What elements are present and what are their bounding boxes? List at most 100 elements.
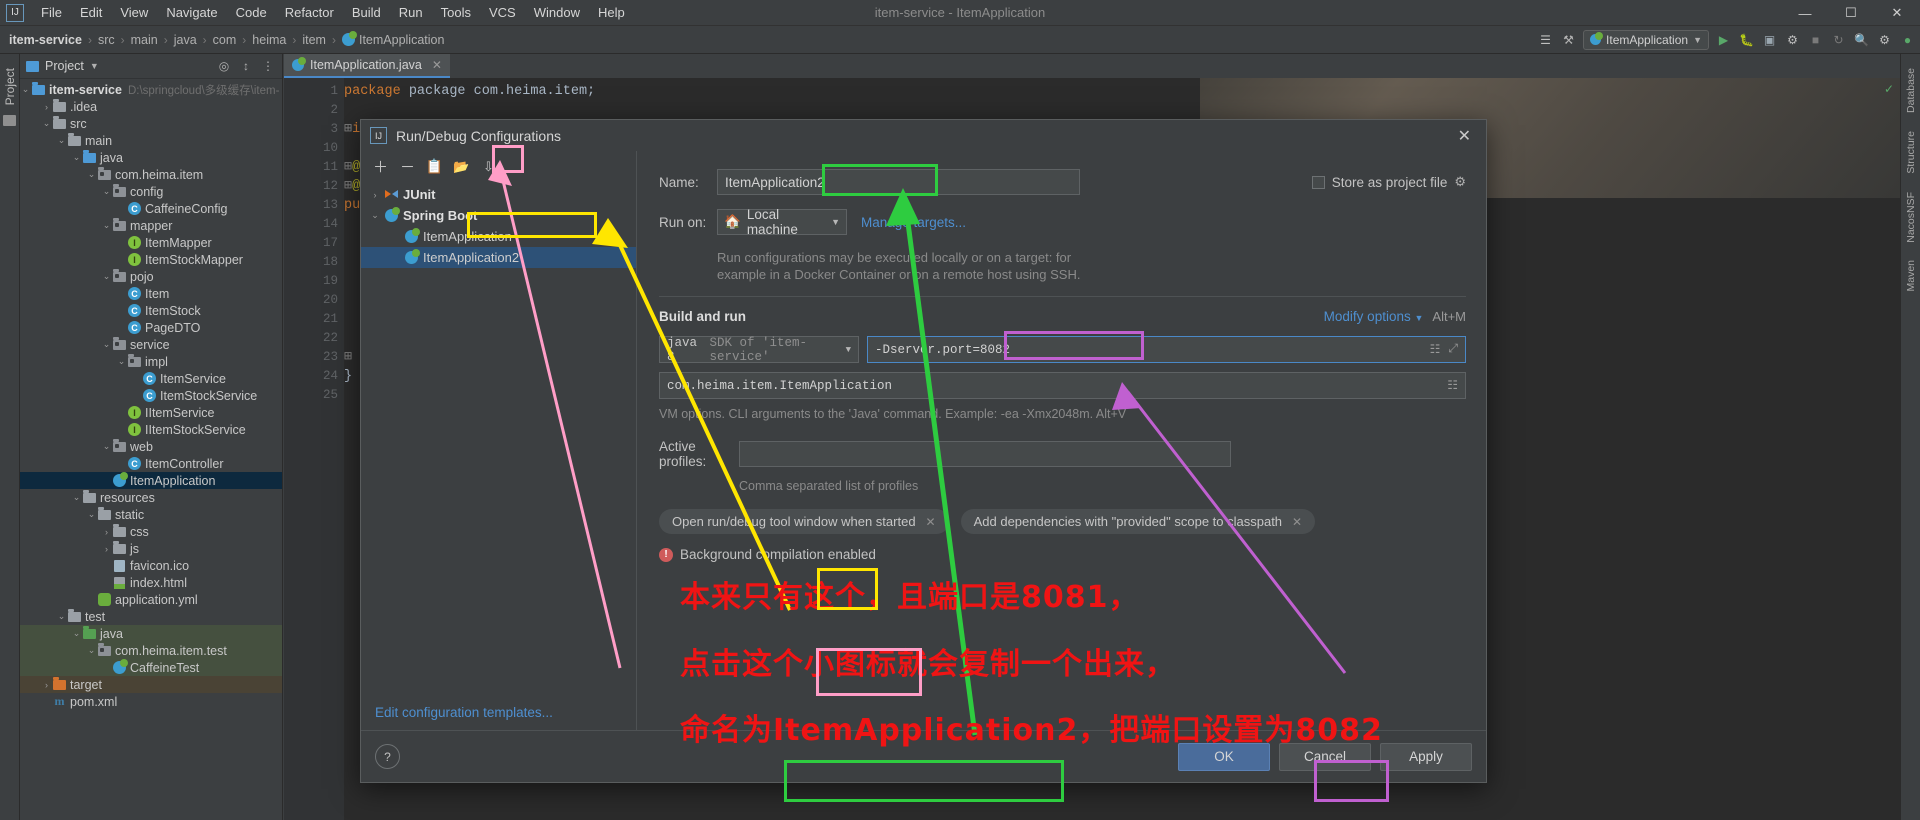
ok-button[interactable]: OK [1178, 742, 1270, 771]
tree-expander-icon[interactable]: ⌄ [71, 628, 82, 639]
manage-targets-link[interactable]: Manage targets... [861, 215, 966, 230]
project-tree-row[interactable]: ⌄ java [20, 625, 282, 642]
help-button[interactable]: ? [375, 744, 400, 769]
update-icon[interactable]: ↻ [1830, 31, 1847, 48]
tree-expander-icon[interactable]: ⌄ [71, 492, 82, 503]
breadcrumb-item-java[interactable]: java [171, 33, 200, 47]
tree-expander-icon[interactable]: › [41, 102, 52, 112]
maximize-button[interactable]: ☐ [1828, 0, 1874, 26]
breadcrumb-item-module[interactable]: item-service [6, 33, 85, 47]
tree-expander-icon[interactable]: › [101, 527, 112, 537]
gear-icon[interactable]: ⚙ [1454, 174, 1466, 190]
run-icon[interactable]: ▶ [1715, 31, 1732, 48]
tool-tab-maven[interactable]: Maven [1902, 256, 1920, 296]
tool-tab-project[interactable]: Project [0, 64, 20, 109]
vm-options-expand-icon[interactable]: ⤢ [1448, 342, 1458, 357]
main-class-browse-icon[interactable]: ☷ [1447, 378, 1458, 393]
tree-expander-icon[interactable]: ⌄ [20, 84, 31, 95]
breadcrumb-item-heima[interactable]: heima [249, 33, 289, 47]
configurations-tree[interactable]: › JUnit ⌄ Spring Boot ItemApplication ItemApp… [361, 182, 636, 730]
menu-vcs[interactable]: VCS [480, 2, 525, 23]
menu-code[interactable]: Code [227, 2, 276, 23]
store-as-project-file-checkbox[interactable] [1311, 175, 1325, 189]
collapse-all-icon[interactable]: ↕ [238, 59, 254, 73]
menu-build[interactable]: Build [343, 2, 390, 23]
configuration-tree-row[interactable]: › JUnit [361, 184, 636, 205]
tool-tab-database[interactable]: Database [1902, 64, 1920, 117]
breadcrumb-item-com[interactable]: com [210, 33, 240, 47]
tree-expander-icon[interactable]: › [101, 544, 112, 554]
configuration-tree-row[interactable]: ItemApplication [361, 226, 636, 247]
tree-expander-icon[interactable]: ⌄ [101, 186, 112, 197]
project-tree-row[interactable]: application.yml [20, 591, 282, 608]
project-tree-row[interactable]: ⌄ java [20, 149, 282, 166]
menu-help[interactable]: Help [589, 2, 634, 23]
project-tree-row[interactable]: C ItemService [20, 370, 282, 387]
tree-expander-icon[interactable]: ⌄ [86, 169, 97, 180]
cancel-button[interactable]: Cancel [1279, 742, 1371, 771]
project-tree-row[interactable]: › js [20, 540, 282, 557]
project-tree-row[interactable]: C ItemStockService [20, 387, 282, 404]
sort-configurations-icon[interactable]: ⇩ [477, 155, 500, 178]
project-tree-row[interactable]: C ItemStock [20, 302, 282, 319]
menu-file[interactable]: File [32, 2, 71, 23]
project-tree-row[interactable]: I ItemMapper [20, 234, 282, 251]
project-tree-row[interactable]: ⌄ resources [20, 489, 282, 506]
copy-configuration-icon[interactable]: 📋 [423, 155, 446, 178]
chip-add-provided-dependencies[interactable]: Add dependencies with "provided" scope t… [960, 509, 1316, 534]
menu-run[interactable]: Run [390, 2, 432, 23]
menu-edit[interactable]: Edit [71, 2, 111, 23]
project-tree[interactable]: ⌄ item-service D:\springcloud\多级缓存\item- ›.… [20, 79, 282, 710]
tree-expander-icon[interactable]: ⌄ [101, 441, 112, 452]
tree-expander-icon[interactable]: ⌄ [56, 611, 67, 622]
tree-expander-icon[interactable]: ⌄ [71, 152, 82, 163]
project-tree-row[interactable]: ⌄ src [20, 115, 282, 132]
project-tree-row[interactable]: C CaffeineConfig [20, 200, 282, 217]
project-tree-row[interactable]: CaffeineTest [20, 659, 282, 676]
project-tree-row[interactable]: ItemApplication [20, 472, 282, 489]
coverage-icon[interactable]: ▣ [1761, 31, 1778, 48]
project-tree-row[interactable]: ⌄ config [20, 183, 282, 200]
project-tree-row[interactable]: › target [20, 676, 282, 693]
project-tree-row[interactable]: ⌄ item-service D:\springcloud\多级缓存\item- [20, 81, 282, 98]
profile-icon[interactable]: ⚙ [1784, 31, 1801, 48]
project-tree-row[interactable]: ⌄ impl [20, 353, 282, 370]
tree-expander-icon[interactable]: ⌄ [86, 645, 97, 656]
project-tree-row[interactable]: I ItemStockMapper [20, 251, 282, 268]
jre-combo[interactable]: java 8 SDK of 'item-service' ▼ [659, 336, 859, 364]
chevron-down-icon[interactable]: ▼ [90, 61, 99, 71]
menu-tools[interactable]: Tools [432, 2, 480, 23]
editor-tab-itemapplication[interactable]: ItemApplication.java ✕ [284, 54, 450, 78]
remove-configuration-icon[interactable]: － [396, 155, 419, 178]
project-tree-row[interactable]: ⌄ service [20, 336, 282, 353]
breadcrumb-item-class[interactable]: ItemApplication [339, 31, 447, 47]
tree-expander-icon[interactable]: ⌄ [101, 271, 112, 282]
save-configuration-icon[interactable]: 📂 [450, 155, 473, 178]
run-on-combo[interactable]: 🏠 Local machine ▼ [717, 207, 847, 237]
tree-expander-icon[interactable]: ⌄ [116, 356, 127, 367]
modify-options-link[interactable]: Modify options ▼ [1324, 309, 1424, 324]
tree-expander-icon[interactable]: ⌄ [56, 135, 67, 146]
panel-options-icon[interactable]: ⋮ [260, 59, 276, 73]
tree-expander-icon[interactable]: › [41, 680, 52, 690]
tree-expander-icon[interactable]: › [367, 190, 383, 200]
settings-icon[interactable]: ⚙ [1876, 31, 1893, 48]
structure-folder-icon[interactable] [3, 115, 16, 127]
menu-refactor[interactable]: Refactor [276, 2, 343, 23]
project-tree-row[interactable]: index.html [20, 574, 282, 591]
minimize-button[interactable]: — [1782, 0, 1828, 26]
project-tree-row[interactable]: ⌄ pojo [20, 268, 282, 285]
breadcrumb-item-src[interactable]: src [95, 33, 118, 47]
project-tree-row[interactable]: ⌄ static [20, 506, 282, 523]
project-tree-row[interactable]: › css [20, 523, 282, 540]
project-tree-row[interactable]: C Item [20, 285, 282, 302]
close-icon[interactable]: ✕ [926, 515, 936, 529]
tree-expander-icon[interactable]: ⌄ [367, 210, 383, 221]
project-tree-row[interactable]: m pom.xml [20, 693, 282, 710]
project-tree-row[interactable]: ⌄ main [20, 132, 282, 149]
breadcrumb-item-main[interactable]: main [128, 33, 161, 47]
chip-open-tool-window[interactable]: Open run/debug tool window when started … [659, 509, 949, 534]
project-tree-row[interactable]: I IItemService [20, 404, 282, 421]
project-tree-row[interactable]: C ItemController [20, 455, 282, 472]
tree-expander-icon[interactable]: ⌄ [86, 509, 97, 520]
